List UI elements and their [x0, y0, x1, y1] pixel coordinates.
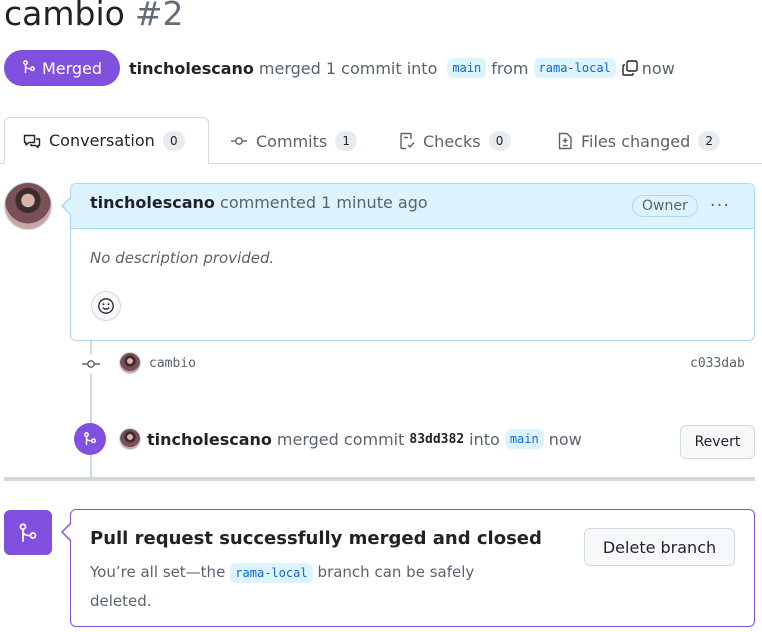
tab-files-changed[interactable]: Files changed 2	[557, 118, 721, 164]
merge-commit-sha[interactable]: 83dd382	[409, 432, 464, 447]
merge-box-pointer-fill	[63, 524, 71, 540]
merged-state-badge: Merged	[4, 50, 120, 86]
pr-meta: tincholescano merged 1 commit into main …	[129, 56, 675, 80]
kebab-horizontal-icon[interactable]: ···	[705, 193, 735, 217]
tab-counter: 2	[698, 131, 721, 151]
revert-button[interactable]: Revert	[680, 425, 755, 459]
base-branch[interactable]: main	[447, 58, 487, 78]
timeline-divider	[4, 477, 755, 481]
comment-body: No description provided.	[90, 249, 275, 267]
comment-author-line: tincholescano commented 1 minute ago	[90, 193, 428, 212]
git-merge-icon	[74, 423, 106, 455]
tab-conversation[interactable]: Conversation 0	[4, 117, 209, 164]
author-avatar[interactable]	[4, 182, 52, 230]
merge-desc-branch[interactable]: rama-local	[230, 563, 313, 583]
merge-status-title: Pull request successfully merged and clo…	[90, 528, 542, 549]
commit-message[interactable]: cambio	[149, 356, 196, 371]
from-text: from	[491, 58, 529, 78]
comment-author[interactable]: tincholescano	[90, 193, 215, 212]
comment-action: commented 1 minute ago	[220, 193, 428, 212]
tab-counter: 1	[335, 131, 358, 151]
pr-number: #2	[134, 0, 184, 33]
checklist-icon	[399, 132, 415, 150]
tab-label: Checks	[423, 131, 481, 151]
commit-sha[interactable]: c033dab	[690, 356, 745, 371]
merge-status-description: You’re all set—the rama-local branch can b…	[90, 558, 530, 615]
merge-event-author[interactable]: tincholescano	[147, 430, 272, 449]
state-label: Merged	[41, 58, 103, 78]
merge-event-time: now	[548, 429, 582, 449]
comment-pointer-fill	[63, 198, 71, 214]
smiley-icon[interactable]	[91, 291, 121, 321]
commit-avatar[interactable]	[119, 352, 141, 374]
git-commit-icon	[80, 354, 102, 374]
tab-label: Commits	[256, 131, 328, 151]
tab-checks[interactable]: Checks 0	[399, 118, 511, 164]
tab-counter: 0	[488, 131, 511, 151]
tab-commits[interactable]: Commits 1	[230, 118, 358, 164]
git-commit-icon	[230, 135, 248, 147]
pr-title-text: cambio	[4, 0, 125, 33]
pr-title: cambio #2	[4, 0, 183, 33]
commit-item: cambio	[119, 351, 196, 375]
merge-event-avatar[interactable]	[119, 428, 141, 450]
merge-text: merged 1 commit into	[258, 58, 438, 78]
tab-label: Conversation	[49, 131, 155, 150]
git-merge-icon	[22, 59, 36, 78]
merge-event-branch[interactable]: main	[504, 429, 544, 449]
merge-into-text: into	[469, 429, 500, 449]
tab-counter: 0	[162, 130, 185, 151]
delete-branch-button[interactable]: Delete branch	[584, 528, 735, 566]
copy-icon[interactable]	[621, 59, 639, 77]
merge-event: tincholescano merged commit 83dd382 into…	[119, 427, 582, 451]
head-branch[interactable]: rama-local	[533, 58, 616, 78]
tab-label: Files changed	[581, 131, 691, 151]
comment-discussion-icon	[23, 133, 41, 149]
pr-author-link[interactable]: tincholescano	[129, 59, 254, 78]
git-merge-icon	[4, 510, 52, 555]
merge-time: now	[641, 58, 675, 78]
merge-desc-part1: You’re all set—the	[90, 563, 226, 581]
file-diff-icon	[557, 132, 573, 150]
owner-badge: Owner	[632, 195, 698, 217]
merge-event-text: merged commit	[276, 429, 405, 449]
